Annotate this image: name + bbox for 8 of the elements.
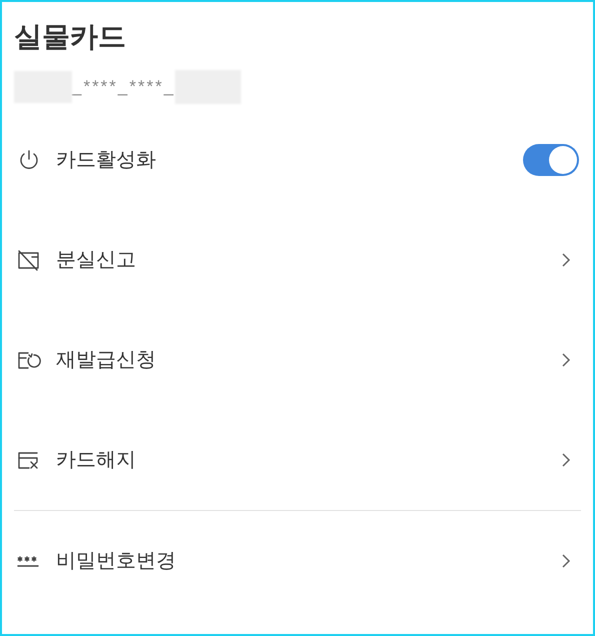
menu-label: 카드활성화 bbox=[56, 148, 157, 173]
menu-label: 분실신고 bbox=[56, 248, 137, 273]
menu-label: 재발급신청 bbox=[56, 348, 157, 373]
toggle-switch[interactable] bbox=[523, 144, 579, 176]
card-number: _****_****_ bbox=[72, 76, 176, 98]
menu-label: 카드해지 bbox=[56, 448, 137, 473]
menu-label: 비밀번호변경 bbox=[56, 549, 177, 574]
page-title: 실물카드 bbox=[14, 20, 127, 54]
